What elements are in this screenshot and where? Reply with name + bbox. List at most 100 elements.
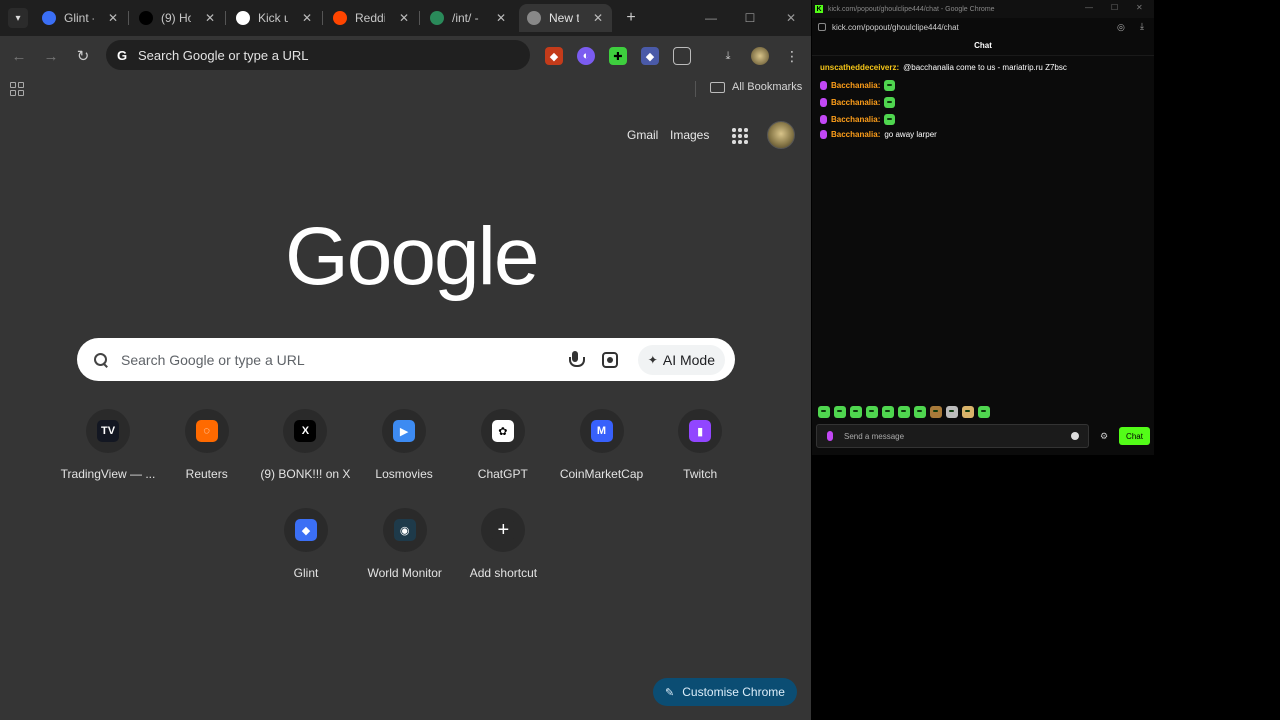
lens-icon[interactable] bbox=[601, 351, 618, 368]
tab[interactable]: New ta ✕ bbox=[519, 4, 612, 32]
shortcut-tile[interactable]: ▶ Losmovies bbox=[354, 409, 454, 499]
profile-avatar[interactable] bbox=[751, 47, 769, 65]
popout-maximize-button[interactable]: ☐ bbox=[1111, 3, 1118, 12]
tab-separator bbox=[225, 11, 226, 25]
minimize-button[interactable]: — bbox=[701, 8, 721, 28]
tab[interactable]: Glint - ✕ bbox=[34, 4, 127, 32]
shortcut-tile[interactable]: ◆ Glint bbox=[256, 508, 356, 598]
voice-search-icon[interactable] bbox=[568, 350, 585, 369]
shortcut-circle: ◆ bbox=[284, 508, 328, 552]
chat-message: unscatheddeceiverz: @bacchanalia come to … bbox=[820, 63, 1067, 72]
downloads-icon[interactable]: ⤓ bbox=[719, 47, 737, 65]
chat-username[interactable]: Bacchanalia: bbox=[831, 115, 880, 124]
shortcut-tile[interactable]: M CoinMarketCap bbox=[552, 409, 652, 499]
ai-mode-button[interactable]: ✦ AI Mode bbox=[637, 344, 725, 375]
tab-separator bbox=[128, 11, 129, 25]
popout-close-button[interactable]: ✕ bbox=[1136, 3, 1143, 12]
extension-purple-icon[interactable]: ◐ bbox=[577, 47, 595, 65]
popout-minimize-button[interactable]: — bbox=[1085, 3, 1093, 12]
shortcut-label: CoinMarketCap bbox=[559, 467, 644, 481]
tab-close-icon[interactable]: ✕ bbox=[105, 10, 121, 26]
new-tab-button[interactable]: + bbox=[622, 9, 640, 27]
tab[interactable]: Reddit ✕ bbox=[325, 4, 418, 32]
extension-fox-icon[interactable]: ◆ bbox=[545, 47, 563, 65]
tab-close-icon[interactable]: ✕ bbox=[396, 10, 412, 26]
chat-username[interactable]: Bacchanalia: bbox=[831, 130, 880, 139]
google-apps-icon[interactable] bbox=[732, 128, 748, 144]
emote-icon[interactable] bbox=[914, 406, 926, 418]
tab[interactable]: Kick us ✕ bbox=[228, 4, 321, 32]
shortcut-label: World Monitor bbox=[367, 566, 442, 580]
popout-download-icon[interactable]: ⤓ bbox=[1140, 21, 1144, 32]
shortcut-tile[interactable]: ◌ Reuters bbox=[157, 409, 257, 499]
all-bookmarks-button[interactable]: All Bookmarks bbox=[710, 81, 802, 93]
emote-icon[interactable] bbox=[818, 406, 830, 418]
images-link[interactable]: Images bbox=[670, 128, 709, 142]
tradingview-icon: TV bbox=[97, 420, 119, 442]
reuters-icon: ◌ bbox=[195, 420, 218, 442]
emoji-picker-icon[interactable] bbox=[1071, 432, 1079, 440]
tab-close-icon[interactable]: ✕ bbox=[590, 10, 606, 26]
chat-username[interactable]: Bacchanalia: bbox=[831, 81, 880, 90]
tab[interactable]: (9) Hor ✕ bbox=[131, 4, 224, 32]
shortcut-tile[interactable]: TV TradingView — ... bbox=[58, 409, 158, 499]
tab-close-icon[interactable]: ✕ bbox=[493, 10, 509, 26]
extension-green-icon[interactable]: ✚ bbox=[609, 47, 627, 65]
popout-url-bar: kick.com/popout/ghoulclipe444/chat ◎ ⤓ bbox=[812, 18, 1154, 36]
shortcut-tile[interactable]: ◉ World Monitor bbox=[355, 508, 455, 598]
maximize-button[interactable]: ☐ bbox=[740, 8, 760, 28]
chat-username[interactable]: Bacchanalia: bbox=[831, 98, 880, 107]
search-placeholder: Search Google or type a URL bbox=[121, 351, 305, 368]
emote-icon[interactable] bbox=[882, 406, 894, 418]
shortcut-tile[interactable]: X (9) BONK!!! on X bbox=[255, 409, 355, 499]
extension-diamond-icon[interactable]: ◆ bbox=[641, 47, 659, 65]
popout-window-title: kick.com/popout/ghoulclipe444/chat - Goo… bbox=[828, 5, 995, 13]
apps-shortcut-icon[interactable] bbox=[10, 82, 24, 96]
all-bookmarks-label: All Bookmarks bbox=[732, 81, 803, 93]
menu-kebab-icon[interactable]: ⋮ bbox=[783, 47, 801, 65]
emote-icon[interactable] bbox=[850, 406, 862, 418]
emote-icon[interactable] bbox=[978, 406, 990, 418]
x-icon bbox=[139, 11, 153, 25]
shortcut-circle: TV bbox=[86, 409, 130, 453]
extensions-puzzle-icon[interactable] bbox=[673, 47, 691, 65]
tab-close-icon[interactable]: ✕ bbox=[299, 10, 315, 26]
gmail-link[interactable]: Gmail bbox=[627, 128, 658, 142]
shortcut-tile[interactable]: ✿ ChatGPT bbox=[453, 409, 553, 499]
glint-icon: ◆ bbox=[295, 519, 317, 541]
customise-chrome-button[interactable]: ✎ Customise Chrome bbox=[653, 678, 797, 706]
eye-off-icon[interactable]: ◎ bbox=[1117, 22, 1125, 33]
omnibox[interactable]: G Search Google or type a URL bbox=[106, 40, 530, 70]
tab-close-icon[interactable]: ✕ bbox=[202, 10, 218, 26]
4chan-icon bbox=[430, 11, 444, 25]
emote-icon[interactable] bbox=[834, 406, 846, 418]
reload-button[interactable]: ↻ bbox=[73, 46, 93, 66]
tab-strip: ▾ + — ☐ ✕ Glint - ✕(9) Hor✕Kick us✕Reddi… bbox=[0, 0, 811, 36]
bookmarks-divider bbox=[695, 81, 696, 97]
emote-icon[interactable] bbox=[898, 406, 910, 418]
chat-username[interactable]: unscatheddeceiverz: bbox=[820, 63, 899, 72]
twitch-icon: ▮ bbox=[689, 420, 712, 442]
window-close-button[interactable]: ✕ bbox=[781, 8, 801, 28]
ntp-search-box[interactable]: Search Google or type a URL ✦ AI Mode bbox=[77, 338, 735, 381]
tab-search-button[interactable]: ▾ bbox=[8, 8, 28, 28]
emote-icon[interactable] bbox=[930, 406, 942, 418]
toolbar: ← → ↻ G Search Google or type a URL ◆ ◐ … bbox=[0, 36, 811, 76]
emote-icon[interactable] bbox=[866, 406, 878, 418]
forward-button[interactable]: → bbox=[41, 46, 61, 66]
emote-icon[interactable] bbox=[962, 406, 974, 418]
customise-label: Customise Chrome bbox=[682, 685, 785, 699]
tab-title: (9) Hor bbox=[161, 11, 191, 25]
user-badge-icon bbox=[820, 98, 827, 107]
shortcut-tile[interactable]: ▮ Twitch bbox=[650, 409, 750, 499]
emote-icon[interactable] bbox=[946, 406, 958, 418]
account-avatar[interactable] bbox=[767, 121, 795, 149]
back-button[interactable]: ← bbox=[9, 46, 29, 66]
shortcut-tile[interactable]: + Add shortcut bbox=[453, 508, 553, 598]
chat-header: Chat bbox=[812, 36, 1154, 56]
chat-send-button[interactable]: Chat bbox=[1119, 427, 1150, 445]
chat-settings-gear-icon[interactable]: ⚙ bbox=[1100, 431, 1108, 442]
site-info-icon[interactable] bbox=[818, 23, 826, 31]
chat-message-input[interactable]: Send a message bbox=[816, 424, 1089, 448]
tab[interactable]: /int/ - I ✕ bbox=[422, 4, 515, 32]
